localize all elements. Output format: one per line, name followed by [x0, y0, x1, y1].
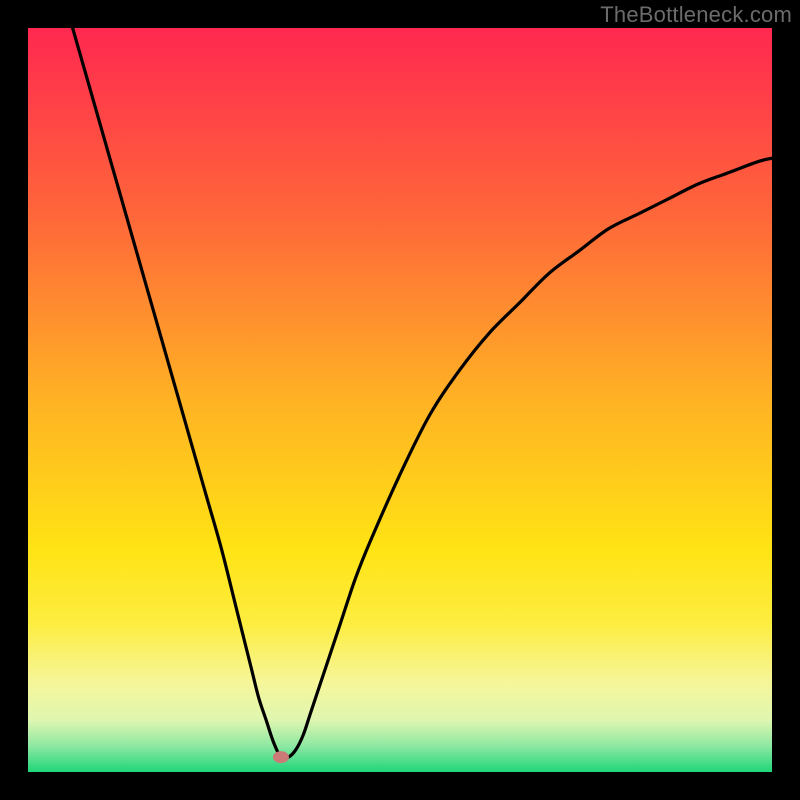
chart-frame [28, 28, 772, 772]
gradient-background [28, 28, 772, 772]
chart-svg [28, 28, 772, 772]
watermark-text: TheBottleneck.com [600, 2, 792, 28]
optimum-marker [273, 751, 289, 763]
